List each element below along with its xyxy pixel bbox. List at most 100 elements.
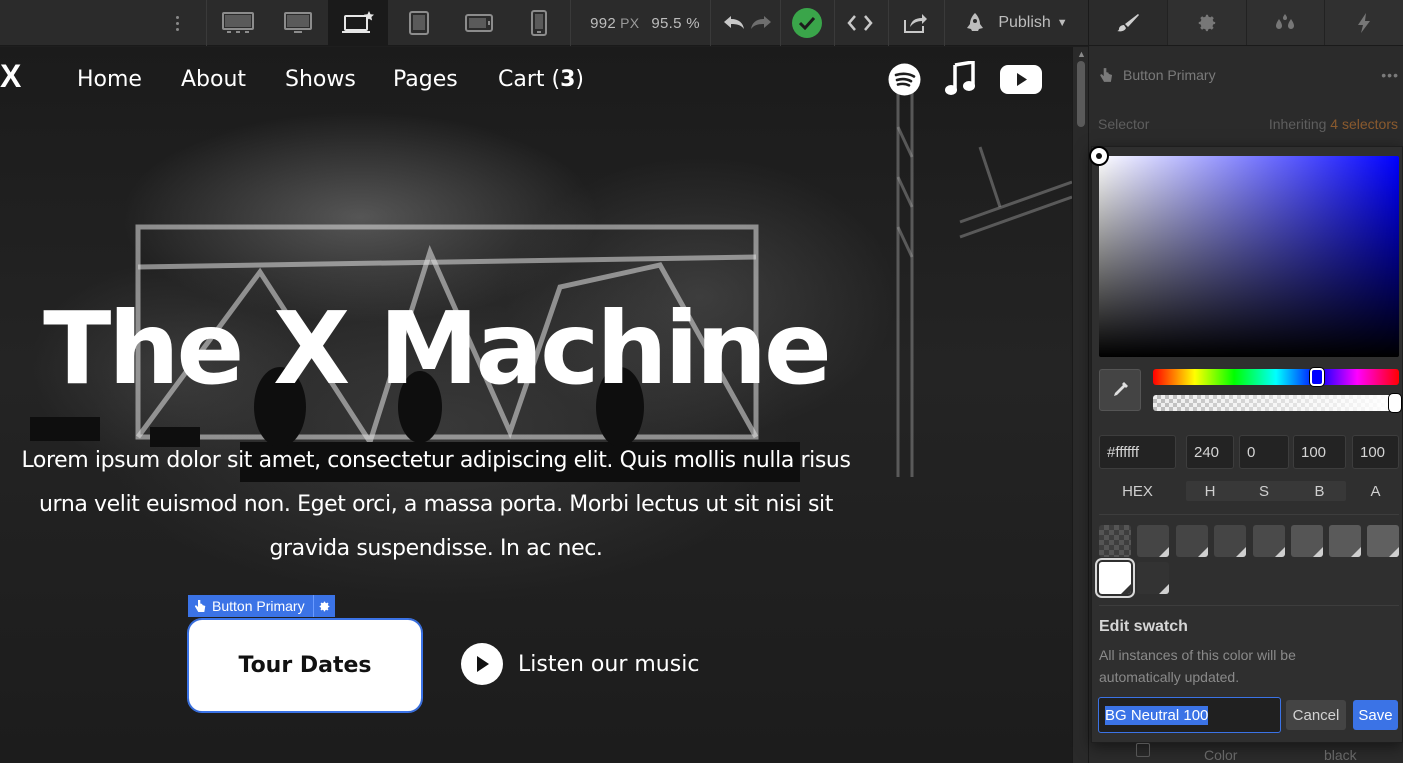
divider — [1099, 514, 1399, 515]
element-settings-gear-icon[interactable] — [312, 595, 335, 617]
music-note-icon[interactable] — [945, 61, 975, 97]
swatch-item[interactable] — [1367, 525, 1399, 557]
swatch-item[interactable] — [1137, 562, 1169, 594]
selected-element-tag[interactable]: Button Primary — [188, 595, 335, 617]
selector-label: Selector — [1098, 116, 1150, 132]
publish-status-check-icon[interactable] — [789, 0, 825, 46]
canvas-dimensions: 992 PX 95.5 % — [574, 0, 708, 46]
breakpoint-laptop-base-icon[interactable] — [328, 0, 388, 46]
h-label: H — [1204, 483, 1216, 500]
spotify-icon[interactable] — [888, 63, 921, 96]
saturation-brightness-handle[interactable] — [1091, 148, 1107, 164]
brightness-input[interactable]: 100 — [1293, 435, 1346, 469]
hand-pointer-icon — [1100, 68, 1113, 82]
tab-settings-gear-icon[interactable] — [1168, 0, 1247, 45]
b-label: B — [1314, 483, 1325, 500]
canvas-scrollbar[interactable]: ▲ — [1072, 47, 1088, 763]
alpha-slider[interactable] — [1153, 394, 1401, 412]
s-label: S — [1258, 483, 1269, 500]
webflow-designer: 992 PX 95.5 % Publish ▼ X Home About Sho… — [0, 0, 1403, 763]
redo-icon[interactable] — [746, 0, 776, 46]
alpha-input[interactable]: 100 — [1352, 435, 1399, 469]
chevron-down-icon: ▼ — [1056, 17, 1068, 29]
nav-link-shows[interactable]: Shows — [285, 67, 356, 92]
eyedropper-icon[interactable] — [1099, 369, 1141, 411]
alpha-slider-handle[interactable] — [1389, 394, 1401, 412]
swatch-item[interactable] — [1253, 525, 1285, 557]
edit-swatch-title: Edit swatch — [1099, 618, 1188, 635]
divider — [1099, 605, 1399, 606]
rocket-icon — [967, 13, 984, 31]
swatch-item[interactable] — [1291, 525, 1323, 557]
nav-link-pages[interactable]: Pages — [393, 67, 458, 92]
nav-link-home[interactable]: Home — [77, 67, 142, 92]
selected-element-name: Button Primary — [212, 598, 305, 614]
inheriting-label: Inheriting — [1268, 116, 1327, 132]
share-icon[interactable] — [897, 0, 933, 46]
hero-title: The X Machine — [43, 290, 832, 407]
panel-bottom-row: Color black — [1088, 743, 1403, 763]
panel-element-header: Button Primary ••• — [1099, 64, 1399, 86]
publish-label: Publish — [998, 14, 1051, 31]
code-export-icon[interactable] — [842, 0, 878, 46]
breakpoint-desktop-icon[interactable] — [268, 0, 328, 46]
panel-tabs — [1089, 0, 1403, 46]
color-property-value: black — [1324, 747, 1357, 763]
breakpoint-tablet-icon[interactable] — [389, 0, 449, 46]
canvas-width-unit: PX — [620, 15, 640, 31]
canvas-width-value: 992 — [590, 14, 617, 32]
inheriting-count: 4 selectors — [1330, 116, 1398, 132]
tab-lightning-icon[interactable] — [1325, 0, 1403, 45]
swatch-selected-white[interactable] — [1099, 562, 1131, 594]
listen-music-button[interactable]: Listen our music — [461, 643, 699, 685]
panel-element-name: Button Primary — [1123, 67, 1216, 83]
site-logo[interactable]: X — [0, 58, 21, 95]
saturation-input[interactable]: 0 — [1239, 435, 1289, 469]
tour-dates-button[interactable]: Tour Dates — [187, 618, 423, 713]
cart-count: 3 — [560, 67, 576, 92]
breakpoint-desktop-large-icon[interactable] — [208, 0, 268, 46]
youtube-icon[interactable] — [1000, 65, 1042, 94]
style-property-icon — [1136, 743, 1150, 757]
save-button[interactable]: Save — [1353, 700, 1398, 730]
nav-link-cart[interactable]: Cart (3) — [498, 67, 584, 92]
swatch-item[interactable] — [1214, 525, 1246, 557]
more-menu-icon[interactable] — [164, 0, 190, 46]
tab-interactions-drops-icon[interactable] — [1247, 0, 1326, 45]
hue-input[interactable]: 240 — [1186, 435, 1234, 469]
more-options-icon[interactable]: ••• — [1381, 67, 1399, 83]
undo-icon[interactable] — [719, 0, 749, 46]
swatch-item[interactable] — [1176, 525, 1208, 557]
saturation-brightness-area[interactable] — [1091, 148, 1399, 357]
swatch-item[interactable] — [1329, 525, 1361, 557]
swatch-name-input[interactable]: BG Neutral 100 — [1098, 697, 1281, 733]
listen-music-label: Listen our music — [518, 651, 700, 677]
nav-link-about[interactable]: About — [181, 67, 246, 92]
color-picker-popover: #ffffff 240 0 100 100 HEX H S B A Edit s… — [1091, 146, 1403, 743]
cancel-button[interactable]: Cancel — [1286, 700, 1346, 730]
cart-label: Cart — [498, 67, 545, 92]
design-canvas[interactable]: X Home About Shows Pages Cart (3) The X … — [0, 47, 1072, 763]
breakpoint-mobile-portrait-icon[interactable] — [509, 0, 569, 46]
color-property-label: Color — [1204, 747, 1238, 763]
play-icon — [461, 643, 503, 685]
hue-slider[interactable] — [1153, 368, 1399, 386]
selector-row: Selector Inheriting 4 selectors — [1098, 116, 1398, 132]
a-label: A — [1370, 483, 1381, 500]
hero-paragraph: Lorem ipsum dolor sit amet, consectetur … — [21, 448, 851, 561]
publish-button[interactable]: Publish ▼ — [954, 0, 1078, 46]
hand-pointer-icon — [195, 600, 206, 612]
inheriting-info[interactable]: Inheriting 4 selectors — [1269, 116, 1398, 132]
tab-style-brush-icon[interactable] — [1089, 0, 1168, 45]
scrollbar-thumb[interactable] — [1077, 61, 1085, 127]
scroll-up-arrow-icon[interactable]: ▲ — [1077, 49, 1086, 59]
hue-slider-handle[interactable] — [1310, 368, 1324, 386]
swatch-name-value: BG Neutral 100 — [1105, 705, 1209, 725]
breakpoint-mobile-landscape-icon[interactable] — [449, 0, 509, 46]
canvas-zoom: 95.5 % — [651, 14, 700, 32]
swatch-transparent[interactable] — [1099, 525, 1131, 557]
top-toolbar: 992 PX 95.5 % Publish ▼ — [0, 0, 1088, 46]
site-navbar: X Home About Shows Pages Cart (3) — [0, 47, 1072, 113]
swatch-item[interactable] — [1137, 525, 1169, 557]
hex-input[interactable]: #ffffff — [1099, 435, 1176, 469]
